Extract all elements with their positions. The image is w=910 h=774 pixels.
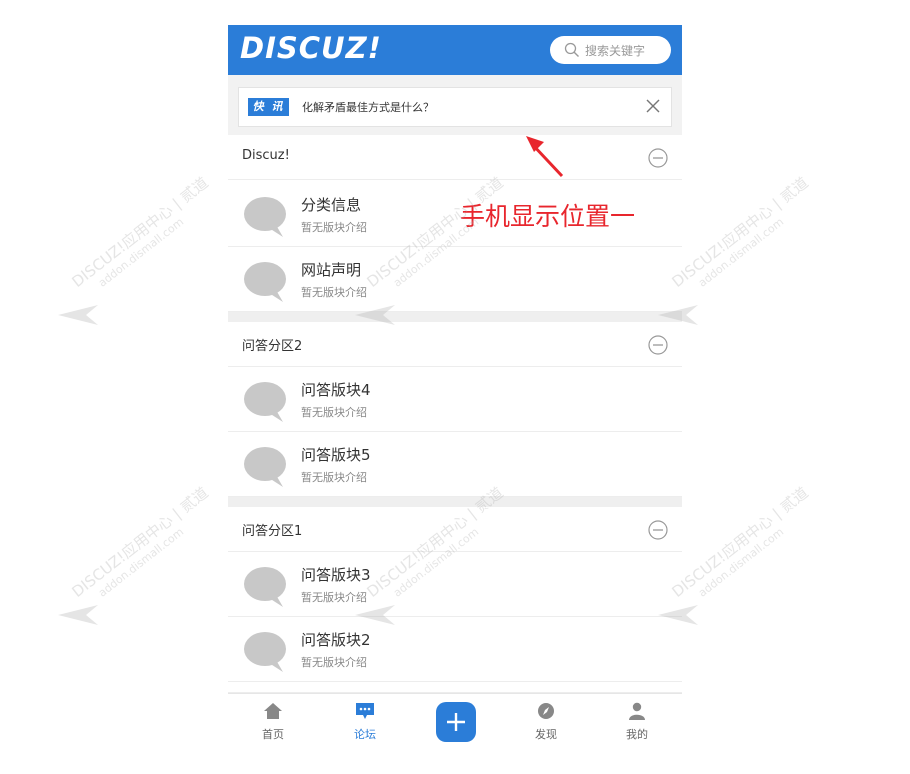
forum-item[interactable]: 问答版块2 暂无版块介绍 [228, 617, 682, 682]
category-header-qa2[interactable]: 问答分区2 [228, 322, 682, 367]
site-logo[interactable]: DISCUZ! [240, 31, 382, 65]
tab-mine[interactable]: 我的 [607, 694, 667, 749]
watermark-text: DISCUZ!应用中心 | 贰道 [68, 173, 212, 291]
mobile-forum-page: DISCUZ! 搜索关键字 快 讯 化解矛盾最佳方式是什么？ Discuz! 分… [228, 25, 682, 749]
forum-desc: 暂无版块介绍 [301, 656, 367, 669]
annotation-label: 手机显示位置一 [460, 202, 636, 231]
tab-home[interactable]: 首页 [243, 694, 303, 749]
category-title: Discuz! [242, 148, 290, 163]
collapse-icon[interactable] [648, 520, 668, 540]
category-header-qa1[interactable]: 问答分区1 [228, 507, 682, 552]
close-icon[interactable] [645, 98, 661, 114]
watermark: DISCUZ!应用中心 | 贰道 addon.dismall.com [667, 482, 820, 612]
category-title: 问答分区2 [242, 339, 303, 354]
watermark-text: DISCUZ!应用中心 | 贰道 [668, 483, 812, 601]
chat-bubble-icon [244, 447, 286, 487]
forum-item[interactable]: 问答版块3 暂无版块介绍 [228, 552, 682, 617]
chat-bubble-icon [244, 382, 286, 422]
forum-desc: 暂无版块介绍 [301, 221, 367, 234]
top-header: DISCUZ! 搜索关键字 [228, 25, 682, 75]
forum-desc: 暂无版块介绍 [301, 406, 367, 419]
forum-item[interactable]: 问答版块4 暂无版块介绍 [228, 367, 682, 432]
tab-forum[interactable]: 论坛 [335, 694, 395, 749]
watermark-sub: addon.dismall.com [695, 525, 787, 600]
search-icon [564, 42, 579, 57]
bottom-tab-bar: 首页 论坛 发现 我的 [228, 693, 682, 749]
chat-bubble-icon [244, 632, 286, 672]
forum-name: 分类信息 [301, 196, 362, 214]
watermark: DISCUZ!应用中心 | 贰道 addon.dismall.com [67, 482, 220, 612]
forum-name: 问答版块2 [301, 631, 371, 649]
forum-name: 问答版块3 [301, 566, 371, 584]
section-divider [228, 497, 682, 507]
watermark-sub: addon.dismall.com [695, 215, 787, 290]
search-placeholder: 搜索关键字 [585, 44, 646, 58]
forum-chat-icon [356, 703, 374, 719]
chat-bubble-icon [244, 197, 286, 237]
forum-desc: 暂无版块介绍 [301, 591, 367, 604]
tab-label: 发现 [535, 728, 557, 741]
annotation-arrow-icon [526, 136, 564, 178]
watermark-arrow-icon [58, 605, 98, 625]
category-title: 问答分区1 [242, 524, 303, 539]
news-bar[interactable]: 快 讯 化解矛盾最佳方式是什么？ [238, 87, 672, 127]
tab-label: 论坛 [354, 728, 376, 741]
collapse-icon[interactable] [648, 335, 668, 355]
collapse-icon[interactable] [648, 148, 668, 168]
tab-discover[interactable]: 发现 [516, 694, 576, 749]
home-icon [264, 703, 282, 719]
category-header-discuz[interactable]: Discuz! [228, 135, 682, 180]
watermark: DISCUZ!应用中心 | 贰道 addon.dismall.com [67, 172, 220, 302]
chat-bubble-icon [244, 567, 286, 607]
post-button[interactable] [436, 702, 476, 742]
forum-item[interactable]: 问答版块5 暂无版块介绍 [228, 432, 682, 497]
watermark-text: DISCUZ!应用中心 | 贰道 [668, 173, 812, 291]
plus-icon [447, 713, 465, 731]
forum-name: 问答版块4 [301, 381, 371, 399]
compass-icon [538, 703, 554, 719]
forum-item[interactable]: 网站声明 暂无版块介绍 [228, 247, 682, 312]
news-tag: 快 讯 [248, 98, 289, 116]
watermark-arrow-icon [58, 305, 98, 325]
watermark: DISCUZ!应用中心 | 贰道 addon.dismall.com [667, 172, 820, 302]
forum-desc: 暂无版块介绍 [301, 471, 367, 484]
watermark-sub: addon.dismall.com [95, 215, 187, 290]
search-input[interactable]: 搜索关键字 [550, 36, 671, 64]
forum-item-partial [228, 682, 682, 727]
watermark-text: DISCUZ!应用中心 | 贰道 [68, 483, 212, 601]
chat-bubble-icon [244, 262, 286, 302]
watermark-sub: addon.dismall.com [95, 525, 187, 600]
section-divider [228, 312, 682, 322]
news-text[interactable]: 化解矛盾最佳方式是什么？ [302, 99, 434, 115]
tab-label: 我的 [626, 728, 648, 741]
news-bar-wrapper: 快 讯 化解矛盾最佳方式是什么？ [228, 75, 682, 135]
forum-desc: 暂无版块介绍 [301, 286, 367, 299]
forum-name: 网站声明 [301, 261, 362, 279]
user-icon [629, 702, 645, 720]
forum-name: 问答版块5 [301, 446, 371, 464]
tab-label: 首页 [262, 728, 284, 741]
